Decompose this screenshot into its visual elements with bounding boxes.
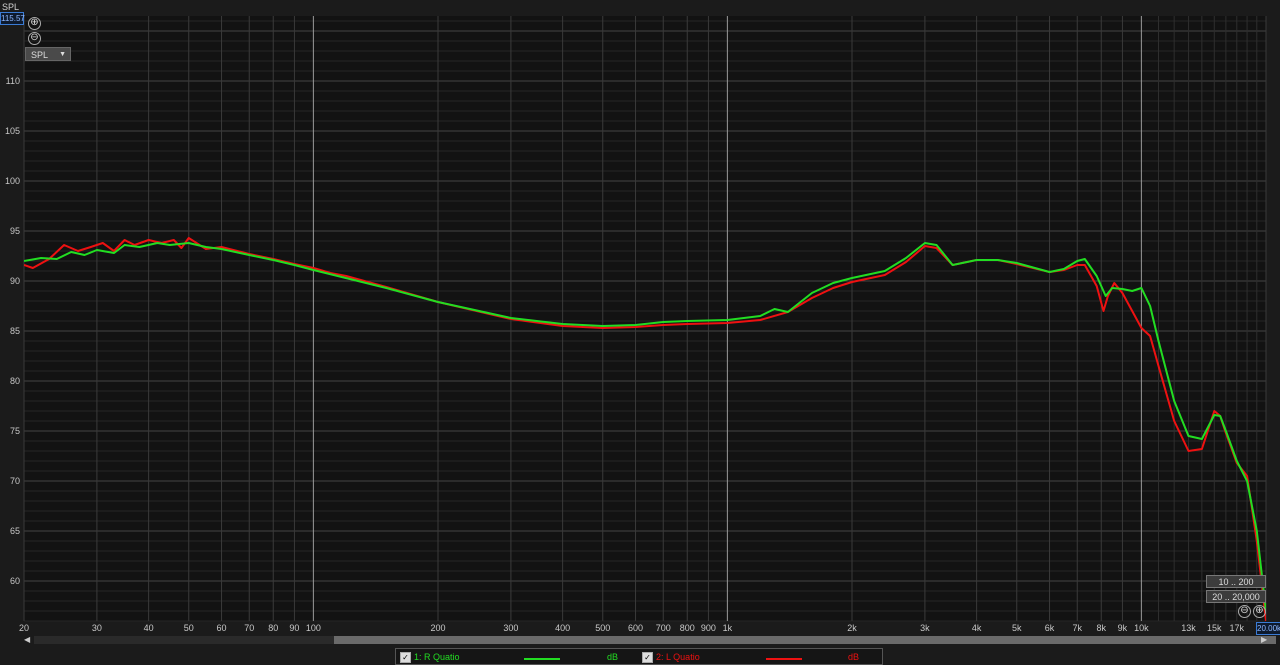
x-tick-label: 100 <box>306 623 321 633</box>
x-tick-label: 900 <box>701 623 716 633</box>
y-axis-label: SPL <box>2 2 20 12</box>
y-tick-label: 100 <box>5 176 20 186</box>
x-tick-label: 4k <box>972 623 982 633</box>
frequency-response-chart[interactable]: 60 65 70 75 80 85 90 95 100 105 110 20 30 40 50 60 70 80… <box>0 0 1280 665</box>
scroll-right-icon[interactable]: ▶ <box>1261 635 1267 644</box>
legend-swatch-r <box>524 658 560 660</box>
legend-checkbox-l[interactable]: ✓ <box>642 652 653 663</box>
x-tick-label: 3k <box>920 623 930 633</box>
legend-label-r: 1: R Quatio <box>414 652 460 662</box>
y-cursor-readout: 115.57 <box>0 12 25 25</box>
x-tick-label: 40 <box>144 623 154 633</box>
x-tick-label: 10k <box>1134 623 1149 633</box>
x-tick-label: 400 <box>555 623 570 633</box>
x-tick-label: 800 <box>680 623 695 633</box>
y-zoom-out-icon[interactable]: ⊖ <box>28 32 41 45</box>
x-tick-label: 2k <box>847 623 857 633</box>
x-zoom-in-icon[interactable]: ⊕ <box>1253 605 1266 618</box>
x-tick-label: 600 <box>628 623 643 633</box>
y-zoom-in-icon[interactable]: ⊕ <box>28 17 41 30</box>
range-20-20000-button[interactable]: 20 .. 20,000 <box>1206 590 1266 603</box>
x-zoom-out-icon[interactable]: ⊖ <box>1238 605 1251 618</box>
y-tick-label: 65 <box>10 526 20 536</box>
x-tick-label: 7k <box>1072 623 1082 633</box>
legend-unit-r: dB <box>607 652 619 662</box>
x-tick-label: 6k <box>1045 623 1055 633</box>
legend-unit-l: dB <box>848 652 860 662</box>
x-cursor-readout: 20.00k <box>1256 622 1280 635</box>
x-tick-label: 60 <box>217 623 227 633</box>
scroll-left-icon[interactable]: ◀ <box>24 635 30 644</box>
mode-select[interactable]: SPL ▼ <box>25 47 71 61</box>
x-tick-label: 9k <box>1118 623 1128 633</box>
y-tick-label: 95 <box>10 226 20 236</box>
scrollbar-thumb[interactable] <box>334 636 1276 644</box>
x-tick-label: 30 <box>92 623 102 633</box>
x-tick-label: 200 <box>430 623 445 633</box>
x-tick-label: 700 <box>656 623 671 633</box>
chevron-down-icon: ▼ <box>59 51 66 58</box>
y-tick-label: 75 <box>10 426 20 436</box>
legend: ✓ 1: R Quatio dB ✓ 2: L Quatio dB <box>395 648 883 665</box>
y-tick-label: 60 <box>10 576 20 586</box>
y-tick-label: 110 <box>6 76 20 86</box>
x-tick-label: 70 <box>244 623 254 633</box>
x-tick-label: 13k <box>1181 623 1196 633</box>
y-tick-label: 105 <box>5 126 20 136</box>
x-tick-label: 50 <box>184 623 194 633</box>
y-tick-label: 80 <box>10 376 20 386</box>
mode-select-value: SPL <box>31 50 49 60</box>
x-tick-label: 80 <box>268 623 278 633</box>
legend-label-l: 2: L Quatio <box>656 652 700 662</box>
x-tick-label: 8k <box>1096 623 1106 633</box>
legend-swatch-l <box>766 658 802 660</box>
y-tick-label: 90 <box>10 276 20 286</box>
y-tick-label: 70 <box>10 476 20 486</box>
x-tick-label: 300 <box>503 623 518 633</box>
x-tick-label: 15k <box>1207 623 1222 633</box>
x-tick-label: 20 <box>19 623 29 633</box>
range-10-200-button[interactable]: 10 .. 200 <box>1206 575 1266 588</box>
x-tick-label: 500 <box>595 623 610 633</box>
legend-checkbox-r[interactable]: ✓ <box>400 652 411 663</box>
y-tick-label: 85 <box>10 326 20 336</box>
x-tick-label: 1k <box>723 623 733 633</box>
x-tick-label: 90 <box>289 623 299 633</box>
horizontal-scrollbar[interactable] <box>34 636 1276 644</box>
x-tick-label: 17k <box>1230 623 1245 633</box>
x-tick-label: 5k <box>1012 623 1022 633</box>
